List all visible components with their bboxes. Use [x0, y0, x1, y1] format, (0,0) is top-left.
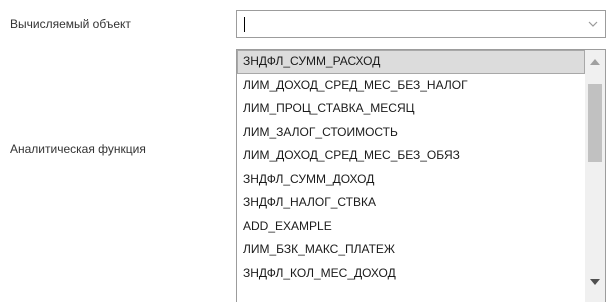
triangle-up-icon[interactable]	[585, 52, 605, 72]
dropdown-option[interactable]: ADD_EXAMPLE	[237, 215, 585, 239]
dropdown-option[interactable]: ЛИМ_ЗАЛОГ_СТОИМОСТЬ	[237, 121, 585, 145]
dropdown-option[interactable]: ЗНДФЛ_СУММ_ДОХОД	[237, 168, 585, 192]
analytic-function-label: Аналитическая функция	[10, 142, 146, 156]
dropdown-option[interactable]: ЗНДФЛ_СУММ_РАСХОД	[237, 50, 585, 74]
computed-object-combobox[interactable]	[236, 10, 606, 38]
text-caret	[244, 17, 245, 32]
dropdown-option[interactable]: ЛИМ_ДОХОД_СРЕД_МЕС_БЕЗ_НАЛОГ	[237, 74, 585, 98]
dropdown-scrollbar[interactable]	[585, 50, 605, 302]
computed-object-input[interactable]	[243, 15, 573, 33]
chevron-down-icon[interactable]	[581, 11, 605, 37]
dropdown-option[interactable]: ЛИМ_ДОХОД_СРЕД_МЕС_БЕЗ_ОБЯЗ	[237, 144, 585, 168]
dropdown-option[interactable]: ЛИМ_БЗК_МАКС_ПЛАТЕЖ	[237, 238, 585, 262]
dropdown-options: ЗНДФЛ_СУММ_РАСХОД ЛИМ_ДОХОД_СРЕД_МЕС_БЕЗ_…	[237, 50, 585, 285]
computed-object-dropdown-list[interactable]: ЗНДФЛ_СУММ_РАСХОД ЛИМ_ДОХОД_СРЕД_МЕС_БЕЗ_…	[236, 49, 606, 302]
scrollbar-thumb[interactable]	[588, 84, 602, 162]
computed-object-label: Вычисляемый объект	[10, 17, 131, 31]
dropdown-option[interactable]: ЗНДФЛ_НАЛОГ_СТВКА	[237, 191, 585, 215]
dropdown-option[interactable]: ЛИМ_ПРОЦ_СТАВКА_МЕСЯЦ	[237, 97, 585, 121]
dropdown-option[interactable]: ЗНДФЛ_КОЛ_МЕС_ДОХОД	[237, 262, 585, 286]
triangle-down-icon[interactable]	[585, 272, 605, 292]
